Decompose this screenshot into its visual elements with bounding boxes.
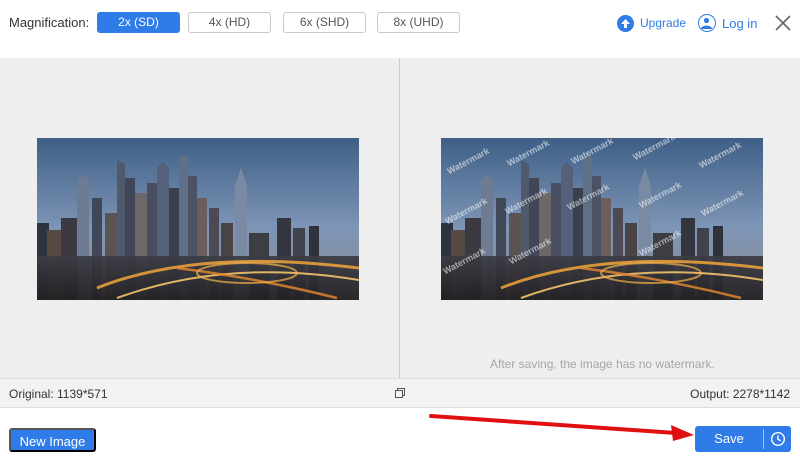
magnification-label: Magnification:	[9, 15, 90, 30]
magnification-8x-button[interactable]: 8x (UHD)	[377, 12, 460, 33]
original-size-label: Original: 1139*571	[9, 387, 108, 401]
save-button-group: Save	[695, 426, 791, 452]
compare-icon[interactable]	[395, 388, 405, 398]
no-watermark-note: After saving, the image has no watermark…	[490, 357, 715, 371]
footer-bar: New Image Save	[0, 408, 800, 468]
magnification-6x-button[interactable]: 6x (SHD)	[283, 12, 366, 33]
preview-divider	[399, 58, 400, 378]
upgrade-link[interactable]: Upgrade	[617, 13, 686, 33]
top-toolbar: Magnification: 2x (SD) 4x (HD) 6x (SHD) …	[0, 0, 800, 46]
status-bar: Original: 1139*571 Output: 2278*1142	[0, 378, 800, 408]
original-image	[37, 138, 359, 300]
close-icon[interactable]	[774, 14, 792, 32]
user-icon	[698, 14, 716, 32]
magnification-2x-button[interactable]: 2x (SD)	[97, 12, 180, 33]
upgrade-arrow-icon	[617, 14, 634, 32]
clock-icon[interactable]	[770, 431, 786, 447]
login-label: Log in	[722, 15, 758, 31]
upgrade-label: Upgrade	[640, 16, 687, 30]
save-divider	[763, 429, 764, 449]
preview-workspace: Watermark Watermark Watermark Watermark …	[0, 58, 800, 378]
magnification-4x-button[interactable]: 4x (HD)	[188, 12, 271, 33]
output-image: Watermark Watermark Watermark Watermark …	[441, 138, 763, 300]
new-image-button[interactable]: New Image	[9, 428, 96, 452]
save-button[interactable]: Save	[695, 426, 763, 452]
login-link[interactable]: Log in	[698, 13, 757, 33]
output-size-label: Output: 2278*1142	[690, 387, 790, 401]
